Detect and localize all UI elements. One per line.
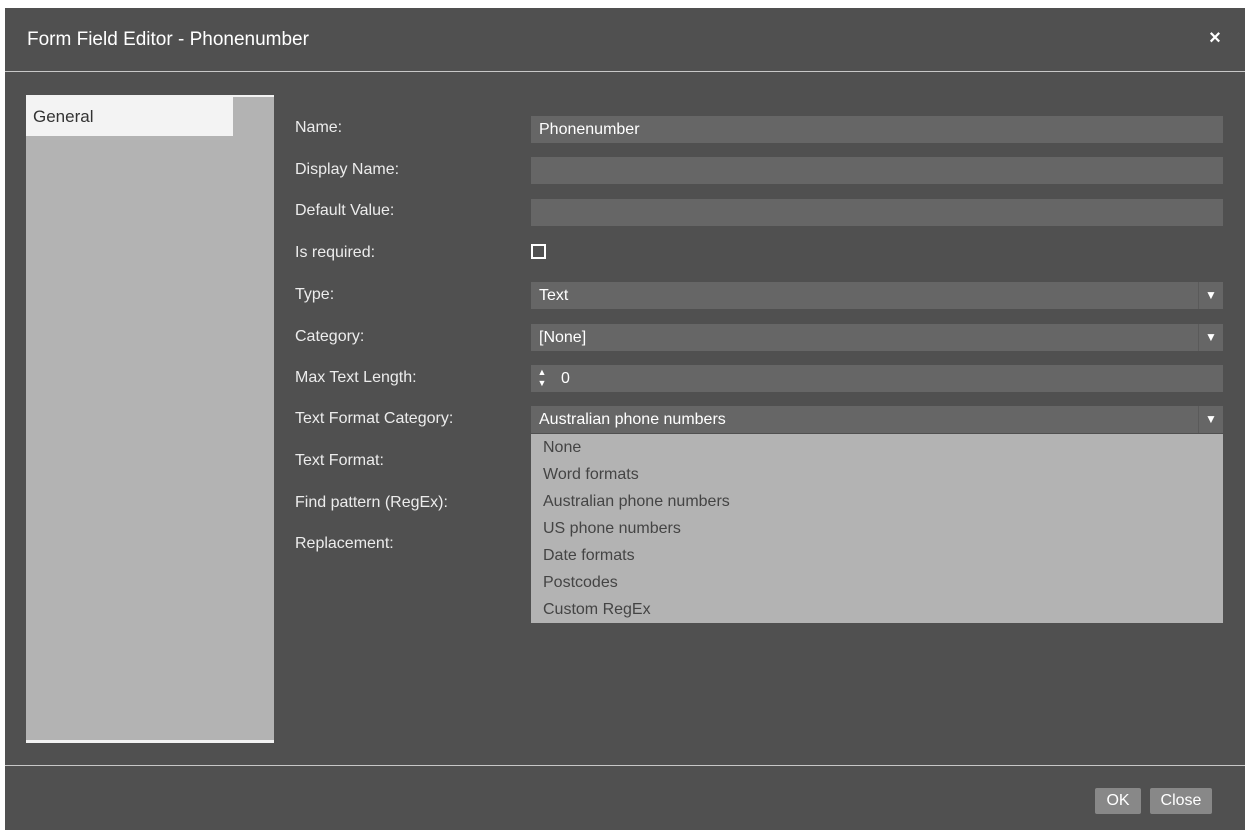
name-label: Name:: [295, 119, 343, 136]
max-text-length-stepper[interactable]: ▲ ▼ 0: [531, 365, 1223, 392]
chevron-down-icon[interactable]: ▼: [1199, 324, 1223, 351]
stepper-down-icon[interactable]: ▼: [535, 378, 549, 389]
ok-button[interactable]: OK: [1095, 788, 1141, 814]
close-icon[interactable]: ×: [1203, 26, 1227, 50]
dropdown-option[interactable]: Date formats: [531, 542, 1223, 569]
find-pattern-label: Find pattern (RegEx):: [295, 494, 448, 511]
type-select-value: Text: [539, 287, 569, 304]
replacement-label: Replacement:: [295, 535, 394, 552]
text-format-category-dropdown: None Word formats Australian phone numbe…: [531, 434, 1223, 623]
display-name-input[interactable]: [531, 157, 1223, 184]
is-required-label: Is required:: [295, 244, 376, 261]
type-label: Type:: [295, 286, 335, 303]
close-button[interactable]: Close: [1150, 788, 1212, 814]
name-input[interactable]: Phonenumber: [531, 116, 1223, 143]
max-text-length-label: Max Text Length:: [295, 369, 417, 386]
text-format-category-select[interactable]: Australian phone numbers ▼: [531, 406, 1223, 433]
dropdown-option[interactable]: US phone numbers: [531, 515, 1223, 542]
default-value-label: Default Value:: [295, 202, 395, 219]
max-text-length-value: 0: [561, 370, 570, 387]
chevron-down-icon[interactable]: ▼: [1199, 282, 1223, 309]
default-value-input[interactable]: [531, 199, 1223, 226]
is-required-checkbox[interactable]: [531, 244, 546, 259]
dropdown-option[interactable]: Custom RegEx: [531, 596, 1223, 623]
dropdown-option[interactable]: Australian phone numbers: [531, 488, 1223, 515]
dropdown-option[interactable]: Postcodes: [531, 569, 1223, 596]
type-select[interactable]: Text ▼: [531, 282, 1223, 309]
stepper-arrows[interactable]: ▲ ▼: [535, 367, 549, 390]
dropdown-option[interactable]: Word formats: [531, 461, 1223, 488]
display-name-label: Display Name:: [295, 161, 400, 178]
text-format-category-label: Text Format Category:: [295, 410, 454, 427]
form-field-editor-dialog: Form Field Editor - Phonenumber × Genera…: [5, 8, 1245, 830]
text-format-category-value: Australian phone numbers: [539, 411, 726, 428]
stepper-up-icon[interactable]: ▲: [535, 367, 549, 378]
section-nav: General: [26, 95, 274, 743]
dialog-titlebar: Form Field Editor - Phonenumber ×: [5, 8, 1245, 72]
dialog-title: Form Field Editor - Phonenumber: [27, 29, 309, 50]
nav-item-general[interactable]: General: [26, 97, 233, 136]
category-label: Category:: [295, 328, 365, 345]
dropdown-option[interactable]: None: [531, 434, 1223, 461]
chevron-down-icon[interactable]: ▼: [1199, 406, 1223, 433]
category-select-value: [None]: [539, 329, 587, 346]
footer-divider: [5, 765, 1245, 766]
text-format-label: Text Format:: [295, 452, 384, 469]
category-select[interactable]: [None] ▼: [531, 324, 1223, 351]
